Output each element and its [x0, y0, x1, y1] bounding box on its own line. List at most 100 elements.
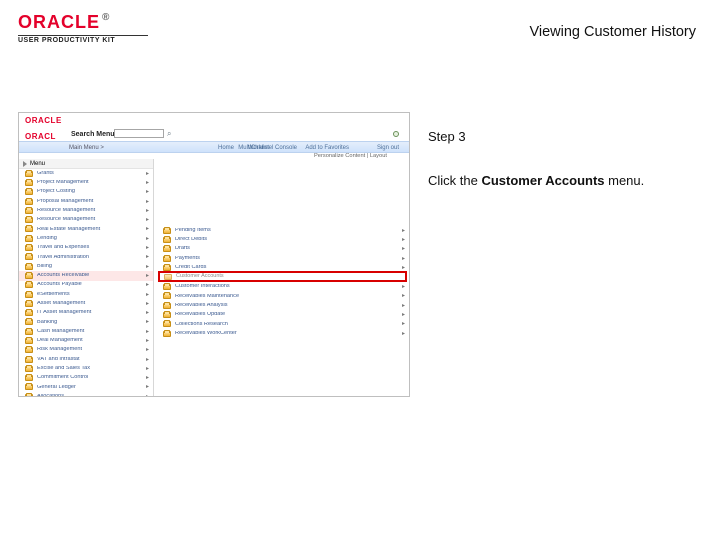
embedded-screenshot: ORACLE ORACL Search Menu: ⌕ Main Menu > … [18, 112, 410, 397]
sidebar-item[interactable]: Accounts Payable▸ [19, 281, 153, 290]
submenu-item-label: Direct Debits [175, 237, 402, 243]
folder-icon [25, 208, 33, 214]
sidebar-item[interactable]: Commitment Control▸ [19, 374, 153, 383]
breadcrumb[interactable]: Main Menu > [69, 145, 104, 151]
sidebar-item[interactable]: Project Costing▸ [19, 188, 153, 197]
toolbar-link-console[interactable]: MultiChannel Console [238, 145, 297, 151]
submenu-item[interactable]: Receivables Update▸ [157, 310, 409, 319]
chevron-right-icon: ▸ [146, 245, 153, 251]
sidebar-item-label: Proposal Management [37, 199, 146, 205]
chevron-right-icon: ▸ [146, 226, 153, 232]
screenshot-body: MenuGrants▸Project Management▸Project Co… [19, 159, 409, 396]
sidebar-item[interactable]: Proposal Management▸ [19, 197, 153, 206]
submenu-item[interactable]: Pending Items▸ [157, 226, 409, 235]
sidebar-item-label: Accounts Payable [37, 282, 146, 288]
chevron-right-icon: ▸ [402, 293, 409, 299]
sidebar-item-label: Grants [37, 171, 146, 177]
folder-icon [163, 256, 171, 262]
chevron-right-icon: ▸ [402, 256, 409, 262]
submenu-item[interactable]: Customer Interactions▸ [157, 282, 409, 291]
sidebar-item[interactable]: Cash Management▸ [19, 327, 153, 336]
sidebar-item[interactable]: Resource Management▸ [19, 206, 153, 215]
sidebar-item-label: eSettlements [37, 292, 146, 298]
sidebar-item[interactable]: Project Management▸ [19, 178, 153, 187]
chevron-right-icon: ▸ [146, 384, 153, 390]
submenu-item[interactable]: Receivables Analysis▸ [157, 301, 409, 310]
right-menu-column: Pending Items▸Direct Debits▸Drafts▸Payme… [154, 159, 409, 396]
chevron-right-icon: ▸ [402, 312, 409, 318]
sidebar-item[interactable]: Resource Management▸ [19, 215, 153, 224]
chevron-right-icon: ▸ [146, 264, 153, 270]
sidebar-item[interactable]: Asset Management▸ [19, 299, 153, 308]
search-input[interactable] [114, 129, 164, 138]
go-button[interactable] [393, 131, 399, 137]
chevron-right-icon: ▸ [402, 303, 409, 309]
sidebar-item[interactable]: Grants▸ [19, 169, 153, 178]
submenu-item-label: Receivables Maintenance [175, 294, 402, 300]
folder-icon [25, 319, 33, 325]
submenu-item-label: Drafts [175, 246, 402, 252]
chevron-right-icon: ▸ [146, 319, 153, 325]
instruction-suffix: menu. [605, 173, 645, 188]
submenu-item-label: Credit Cards [175, 265, 402, 271]
page-title: Viewing Customer History [529, 24, 696, 40]
folder-icon [25, 171, 33, 177]
sidebar-item[interactable]: Banking▸ [19, 318, 153, 327]
folder-icon [163, 284, 171, 290]
toolbar-link-favorites[interactable]: Add to Favorites [305, 145, 349, 151]
folder-icon [25, 329, 33, 335]
sidebar-item[interactable]: General Ledger▸ [19, 383, 153, 392]
sidebar-item[interactable]: VAT and Intrastat▸ [19, 355, 153, 364]
chevron-right-icon: ▸ [402, 284, 409, 290]
folder-icon [25, 394, 33, 396]
folder-icon [163, 312, 171, 318]
sidebar-item[interactable]: Billing▸ [19, 262, 153, 271]
sidebar-item[interactable]: Lending▸ [19, 234, 153, 243]
sidebar-item[interactable]: Travel Administration▸ [19, 253, 153, 262]
submenu-list-bottom: Customer Interactions▸Receivables Mainte… [157, 282, 409, 338]
sidebar-item[interactable]: Real Estate Management▸ [19, 225, 153, 234]
search-icon[interactable]: ⌕ [167, 130, 171, 138]
chevron-right-icon: ▸ [146, 310, 153, 316]
sidebar-item-label: IT Asset Management [37, 310, 146, 316]
search-menu-label: Search Menu: [71, 131, 117, 138]
sidebar-item-label: VAT and Intrastat [37, 357, 146, 363]
submenu-item[interactable]: Collections Research▸ [157, 320, 409, 329]
folder-icon [25, 226, 33, 232]
sidebar-item-label: Cash Management [37, 329, 146, 335]
folder-icon [25, 375, 33, 381]
mini-app-header: ORACLE ORACL Search Menu: ⌕ [19, 113, 409, 141]
chevron-right-icon: ▸ [146, 273, 153, 279]
sidebar-item[interactable]: Excise and Sales Tax▸ [19, 364, 153, 373]
sidebar-item-label: Travel Administration [37, 255, 146, 261]
folder-icon [25, 273, 33, 279]
submenu-item[interactable]: Drafts▸ [157, 245, 409, 254]
folder-icon [163, 293, 171, 299]
customer-accounts-menu[interactable]: Customer Accounts [158, 271, 407, 282]
toolbar-link-signout[interactable]: Sign out [377, 145, 399, 151]
submenu-item-label: Receivables Update [175, 312, 402, 318]
sidebar-item-label: Asset Management [37, 301, 146, 307]
sidebar-item[interactable]: IT Asset Management▸ [19, 308, 153, 317]
submenu-item-label: Receivables Analysis [175, 303, 402, 309]
submenu-item[interactable]: Direct Debits▸ [157, 235, 409, 244]
sidebar-item[interactable]: Travel and Expenses▸ [19, 243, 153, 252]
toolbar-link-home[interactable]: Home [218, 145, 234, 151]
chevron-right-icon: ▸ [146, 282, 153, 288]
submenu-item[interactable]: Receivables WorkCenter▸ [157, 329, 409, 338]
folder-icon [25, 180, 33, 186]
sidebar-item[interactable]: Risk Management▸ [19, 346, 153, 355]
submenu-item[interactable]: Receivables Maintenance▸ [157, 292, 409, 301]
sidebar-item[interactable]: eSettlements▸ [19, 290, 153, 299]
top-toolbar: Main Menu > Home Worklist MultiChannel C… [19, 141, 409, 153]
sidebar-item[interactable]: Deal Management▸ [19, 336, 153, 345]
sidebar-item[interactable]: Allocations▸ [19, 392, 153, 396]
chevron-right-icon: ▸ [146, 338, 153, 344]
instruction-target: Customer Accounts [481, 173, 604, 188]
folder-icon [25, 384, 33, 390]
submenu-item-label: Receivables WorkCenter [175, 331, 402, 337]
highlighted-item-label: Customer Accounts [176, 274, 224, 280]
sidebar-item-label: Commitment Control [37, 375, 146, 381]
sidebar-item[interactable]: Accounts Receivable▸ [19, 271, 153, 280]
submenu-item[interactable]: Payments▸ [157, 254, 409, 263]
